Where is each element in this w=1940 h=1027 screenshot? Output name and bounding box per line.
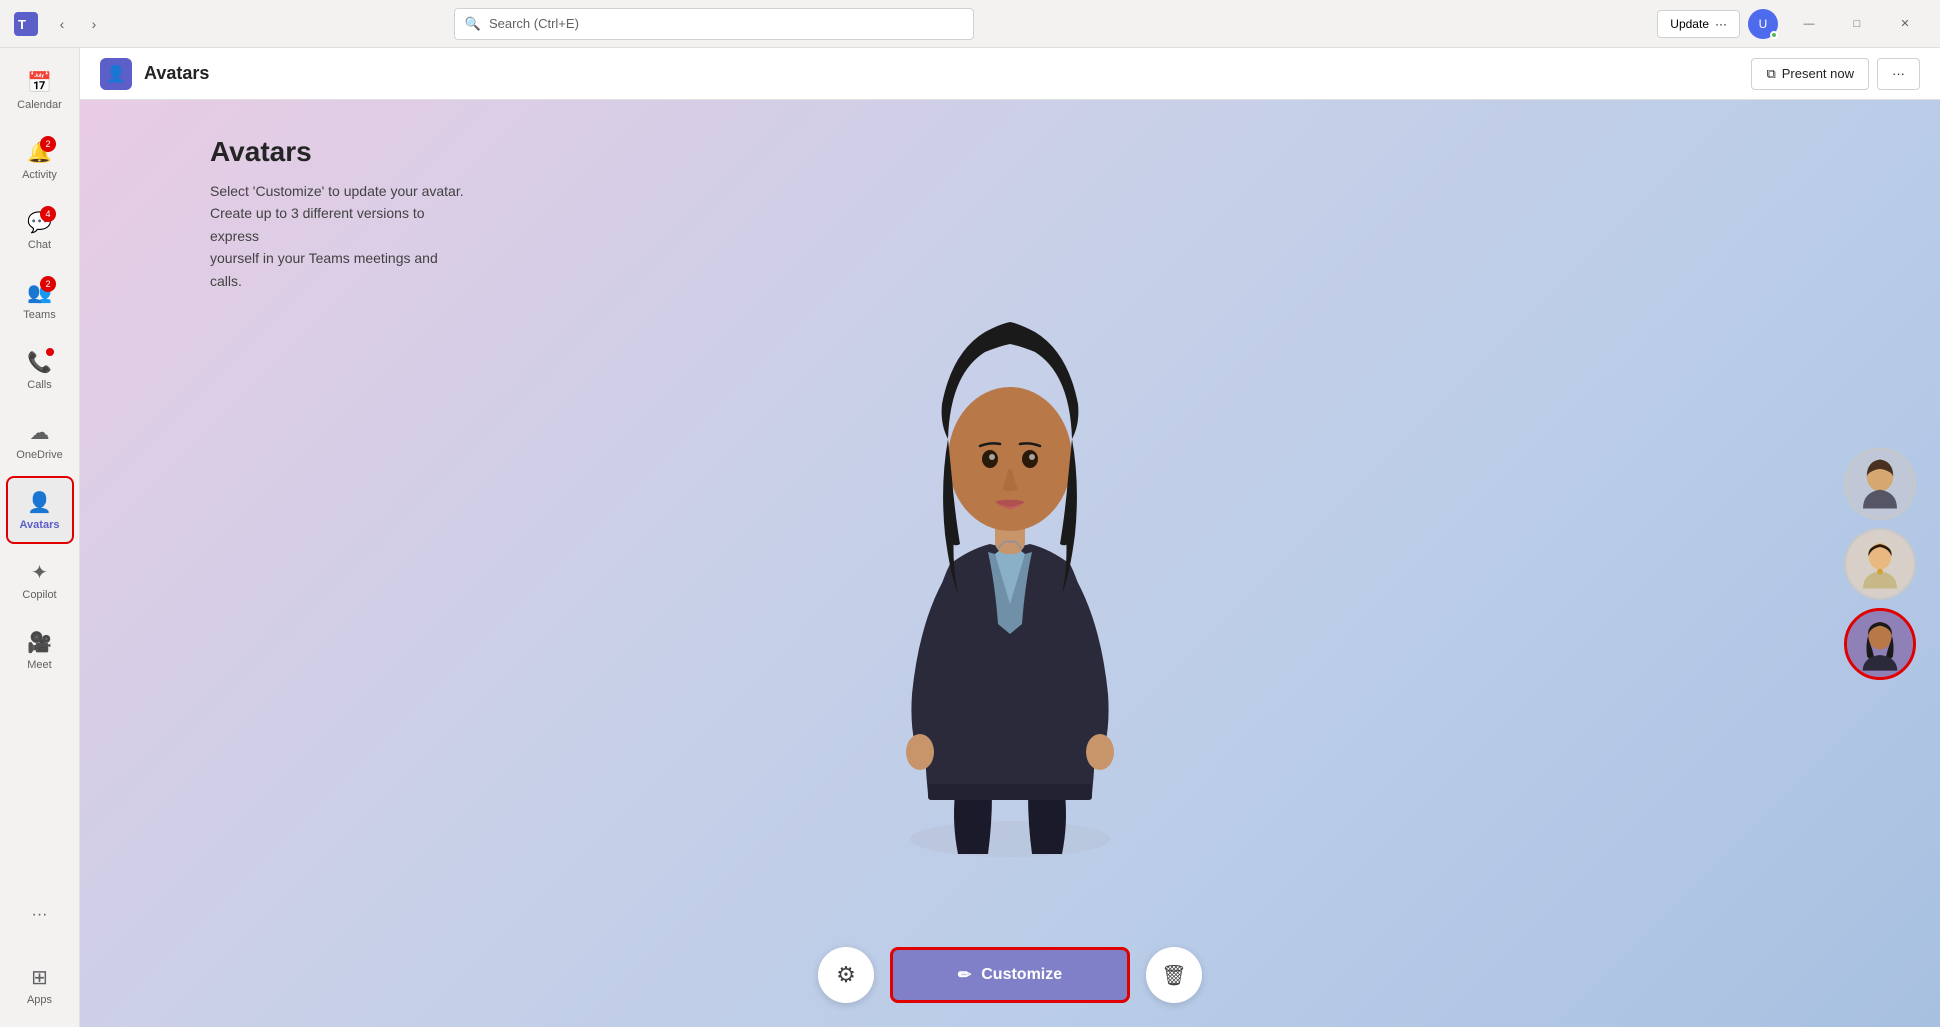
meet-icon: 🎥 — [27, 630, 52, 655]
minimize-button[interactable]: — — [1786, 8, 1832, 40]
apps-icon: ⊞ — [31, 965, 48, 990]
present-icon: ⧉ — [1766, 66, 1775, 82]
avatar-thumbnail-3[interactable] — [1844, 608, 1916, 680]
sidebar-item-onedrive[interactable]: ☁ OneDrive — [6, 406, 74, 474]
back-button[interactable]: ‹ — [48, 10, 76, 38]
sidebar-item-activity[interactable]: 🔔 2 Activity — [6, 126, 74, 194]
sidebar-item-apps[interactable]: ⊞ Apps — [6, 951, 74, 1019]
svg-text:T: T — [18, 17, 26, 32]
avatars-heading: Avatars — [210, 136, 470, 168]
avatar-svg — [840, 264, 1180, 864]
close-button[interactable]: ✕ — [1882, 8, 1928, 40]
activity-badge: 2 — [40, 136, 56, 152]
forward-button[interactable]: › — [80, 10, 108, 38]
settings-button[interactable]: ⚙ — [818, 947, 874, 1003]
avatar-thumbnail-1[interactable] — [1844, 448, 1916, 520]
onedrive-icon: ☁ — [30, 420, 50, 445]
calendar-icon: 📅 — [27, 70, 52, 95]
maximize-button[interactable]: □ — [1834, 8, 1880, 40]
online-status-dot — [1770, 31, 1778, 39]
search-placeholder: Search (Ctrl+E) — [489, 16, 579, 31]
titlebar: T ‹ › 🔍 Search (Ctrl+E) Update ··· U — □… — [0, 0, 1940, 48]
avatars-description: Select 'Customize' to update your avatar… — [210, 180, 470, 292]
sidebar: 📅 Calendar 🔔 2 Activity 💬 4 Chat 👥 2 Tea… — [0, 48, 80, 1027]
app-header: 👤 Avatars ⧉ Present now ··· — [80, 48, 1940, 100]
teams-badge: 2 — [40, 276, 56, 292]
more-dots-icon: ··· — [32, 906, 48, 924]
app-content: 👤 Avatars ⧉ Present now ··· Avatars Sele… — [80, 48, 1940, 1027]
avatar-thumbnails — [1844, 448, 1916, 680]
avatar-thumb-3-svg — [1847, 608, 1913, 680]
titlebar-actions: Update ··· U — □ ✕ — [1657, 8, 1928, 40]
user-avatar[interactable]: U — [1748, 9, 1778, 39]
header-more-button[interactable]: ··· — [1877, 58, 1920, 90]
calls-badge-dot — [46, 348, 54, 356]
sidebar-item-copilot[interactable]: ✦ Copilot — [6, 546, 74, 614]
sidebar-item-calendar[interactable]: 📅 Calendar — [6, 56, 74, 124]
delete-button[interactable]: 🗑 — [1146, 947, 1202, 1003]
avatar-description: Avatars Select 'Customize' to update you… — [210, 136, 470, 292]
customize-button[interactable]: ✏ Customize — [890, 947, 1130, 1003]
sidebar-item-teams[interactable]: 👥 2 Teams — [6, 266, 74, 334]
sidebar-item-avatars[interactable]: 👤 Avatars — [6, 476, 74, 544]
sidebar-item-calls[interactable]: 📞 Calls — [6, 336, 74, 404]
app-icon-symbol: 👤 — [106, 64, 126, 84]
trash-icon: 🗑 — [1161, 963, 1186, 988]
app-title: Avatars — [144, 63, 209, 84]
header-actions: ⧉ Present now ··· — [1751, 58, 1920, 90]
avatar-3d-figure — [840, 100, 1180, 1027]
window-controls: — □ ✕ — [1786, 8, 1928, 40]
sidebar-item-meet[interactable]: 🎥 Meet — [6, 616, 74, 684]
sidebar-item-more[interactable]: ··· — [6, 881, 74, 949]
chat-badge: 4 — [40, 206, 56, 222]
search-icon: 🔍 — [465, 16, 481, 32]
update-button[interactable]: Update ··· — [1657, 10, 1740, 38]
search-bar[interactable]: 🔍 Search (Ctrl+E) — [454, 8, 974, 40]
activity-icon: 🔔 2 — [27, 140, 52, 165]
avatar-thumbnail-2[interactable] — [1844, 528, 1916, 600]
avatar-thumb-1-svg — [1846, 448, 1914, 520]
calls-icon: 📞 — [27, 350, 52, 375]
sidebar-item-chat[interactable]: 💬 4 Chat — [6, 196, 74, 264]
main-area: 📅 Calendar 🔔 2 Activity 💬 4 Chat 👥 2 Tea… — [0, 48, 1940, 1027]
present-now-button[interactable]: ⧉ Present now — [1751, 58, 1869, 90]
edit-icon: ✏ — [958, 965, 971, 985]
nav-buttons: ‹ › — [48, 10, 108, 38]
avatar-controls: ⚙ ✏ Customize 🗑 — [818, 947, 1202, 1003]
avatars-icon: 👤 — [27, 490, 52, 515]
chat-icon: 💬 4 — [27, 210, 52, 235]
settings-icon: ⚙ — [836, 962, 856, 988]
copilot-icon: ✦ — [31, 560, 48, 585]
teams-logo-icon: T — [12, 10, 40, 38]
avatar-canvas: Avatars Select 'Customize' to update you… — [80, 100, 1940, 1027]
avatar-thumb-2-svg — [1846, 528, 1914, 600]
teams-icon: 👥 2 — [27, 280, 52, 305]
app-icon: 👤 — [100, 58, 132, 90]
